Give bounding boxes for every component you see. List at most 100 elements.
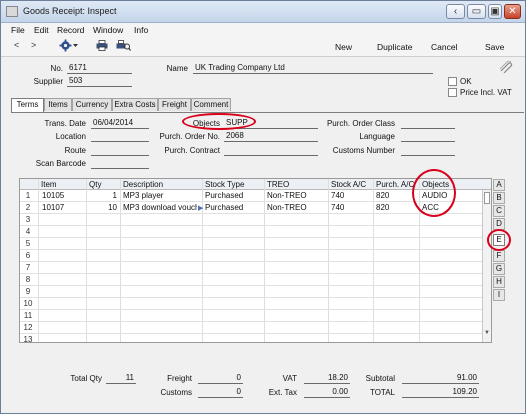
supplier-label: Supplier <box>33 77 63 86</box>
duplicate-button[interactable]: Duplicate <box>377 42 412 52</box>
cell-stock-type[interactable]: Purchased <box>205 191 243 200</box>
trans-date-field[interactable]: 06/04/2014 <box>91 118 149 129</box>
tab-comment[interactable]: Comment <box>191 98 231 111</box>
col-description-header: Description <box>123 180 164 189</box>
table-row[interactable]: 5 <box>20 238 482 250</box>
price-incl-vat-checkbox[interactable] <box>448 88 457 97</box>
purch-order-no-field[interactable]: 2068 <box>224 131 318 142</box>
cell-description[interactable]: MP3 download vouch <box>123 203 197 212</box>
table-row[interactable]: 12 <box>20 322 482 334</box>
overflow-arrow-icon: ▶ <box>198 205 204 212</box>
customs-field: 0 <box>198 387 243 398</box>
maximize-button[interactable]: ▣ <box>488 4 502 19</box>
attachment-button[interactable] <box>498 60 513 75</box>
customs-number-label: Customs Number <box>332 146 395 155</box>
side-tab-i[interactable]: I <box>493 289 505 301</box>
purch-contract-field[interactable] <box>224 145 318 156</box>
cell-item[interactable]: 10107 <box>42 203 64 212</box>
cell-treo[interactable]: Non-TREO <box>267 191 307 200</box>
table-row[interactable]: 6 <box>20 250 482 262</box>
cell-description[interactable]: MP3 player <box>123 191 201 200</box>
side-tab-f[interactable]: F <box>493 250 505 262</box>
menu-record[interactable]: Record <box>57 25 84 35</box>
purch-order-class-field[interactable] <box>401 118 455 129</box>
new-button[interactable]: New <box>335 42 352 52</box>
cell-purch-ac[interactable]: 820 <box>376 203 389 212</box>
customs-number-field[interactable] <box>401 145 455 156</box>
tab-freight[interactable]: Freight <box>158 98 191 111</box>
col-purch-ac-header: Purch. A/C <box>376 180 415 189</box>
ok-checkbox[interactable] <box>448 77 457 86</box>
cell-stock-ac[interactable]: 740 <box>331 191 344 200</box>
cell-treo[interactable]: Non-TREO <box>267 203 307 212</box>
side-tab-h[interactable]: H <box>493 276 505 288</box>
side-tab-g[interactable]: G <box>493 263 505 275</box>
row-number: 9 <box>25 287 31 296</box>
table-row[interactable]: 4 <box>20 226 482 238</box>
restore-button[interactable]: ▭ <box>467 4 486 19</box>
title-bar[interactable]: Goods Receipt: Inspect ‹ ▭ ▣ ✕ <box>1 1 525 23</box>
route-field[interactable] <box>91 145 149 156</box>
ext-tax-field: 0.00 <box>304 387 350 398</box>
name-field[interactable]: UK Trading Company Ltd <box>193 63 433 74</box>
cell-stock-ac[interactable]: 740 <box>331 203 344 212</box>
previous-record-button[interactable]: < <box>14 40 19 50</box>
cell-stock-type[interactable]: Purchased <box>205 203 243 212</box>
scrollbar-thumb[interactable] <box>484 192 490 204</box>
tab-items[interactable]: Items <box>44 98 72 111</box>
table-row[interactable]: 7 <box>20 262 482 274</box>
price-incl-vat-label: Price Incl. VAT <box>460 88 512 97</box>
toolbar: < > New Duplicate Cancel Save <box>1 37 525 57</box>
grid-scrollbar[interactable]: ▼ <box>482 190 491 342</box>
col-item-header: Item <box>41 180 57 189</box>
freight-field: 0 <box>198 373 243 384</box>
language-label: Language <box>359 132 395 141</box>
tab-extra-costs[interactable]: Extra Costs <box>112 98 158 111</box>
operations-menu-button[interactable] <box>59 39 79 54</box>
menu-window[interactable]: Window <box>93 25 123 35</box>
close-button[interactable]: ✕ <box>504 4 521 19</box>
scan-barcode-field[interactable] <box>91 158 149 169</box>
freight-label: Freight <box>167 374 192 383</box>
row-number: 4 <box>25 227 31 236</box>
side-tab-c[interactable]: C <box>493 205 505 217</box>
table-row[interactable]: 11 <box>20 310 482 322</box>
name-label: Name <box>166 64 188 73</box>
next-record-button[interactable]: > <box>31 40 36 50</box>
col-treo-header: TREO <box>267 180 290 189</box>
table-row[interactable]: 9 <box>20 286 482 298</box>
supplier-field[interactable]: 503 <box>67 76 132 87</box>
back-window-button[interactable]: ‹ <box>446 4 465 19</box>
save-button[interactable]: Save <box>485 42 504 52</box>
tab-currency[interactable]: Currency <box>72 98 112 111</box>
subtotal-field: 91.00 <box>402 373 479 384</box>
print-button[interactable] <box>96 40 108 53</box>
table-row[interactable]: 10 <box>20 298 482 310</box>
vat-label: VAT <box>282 374 297 383</box>
scan-barcode-label: Scan Barcode <box>35 159 86 168</box>
menu-bar: File Edit Record Window Info <box>1 23 525 37</box>
no-field[interactable]: 6171 <box>67 63 132 74</box>
cancel-button[interactable]: Cancel <box>431 42 457 52</box>
side-tab-a[interactable]: A <box>493 179 505 191</box>
cell-qty[interactable]: 10 <box>86 203 117 212</box>
table-row[interactable]: 2 10107 10 MP3 download vouch ▶ Purchase… <box>20 202 482 214</box>
scroll-down-arrow-icon[interactable]: ▼ <box>484 330 490 336</box>
cell-item[interactable]: 10105 <box>42 191 64 200</box>
menu-file[interactable]: File <box>11 25 25 35</box>
col-qty-header: Qty <box>89 180 102 189</box>
ext-tax-label: Ext. Tax <box>268 388 297 397</box>
tab-terms[interactable]: Terms <box>11 98 44 112</box>
cell-purch-ac[interactable]: 820 <box>376 191 389 200</box>
menu-info[interactable]: Info <box>134 25 148 35</box>
location-field[interactable] <box>91 131 149 142</box>
paperclip-icon <box>499 60 513 74</box>
table-row[interactable]: 3 <box>20 214 482 226</box>
cell-qty[interactable]: 1 <box>86 191 117 200</box>
print-preview-button[interactable] <box>116 40 131 53</box>
table-row[interactable]: 13 <box>20 334 482 344</box>
menu-edit[interactable]: Edit <box>34 25 49 35</box>
language-field[interactable] <box>401 131 455 142</box>
side-tab-b[interactable]: B <box>493 192 505 204</box>
table-row[interactable]: 8 <box>20 274 482 286</box>
